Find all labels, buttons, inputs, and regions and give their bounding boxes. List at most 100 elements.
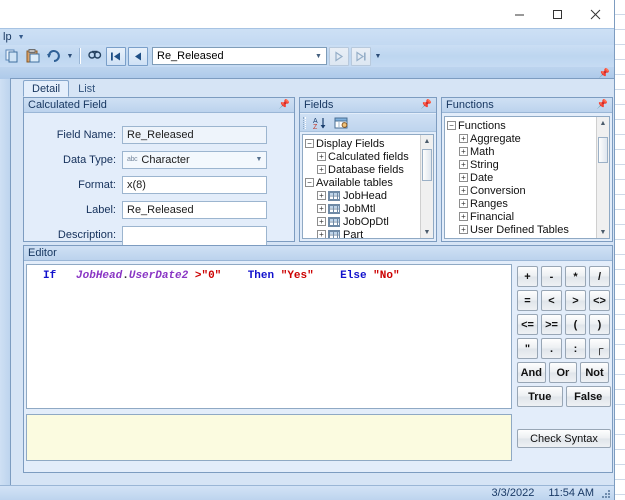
collapse-icon[interactable]: − <box>305 178 314 187</box>
close-icon[interactable] <box>576 1 614 28</box>
scroll-up-icon[interactable]: ▲ <box>421 135 433 147</box>
minimize-icon[interactable] <box>500 1 538 28</box>
tree-node[interactable]: + Date <box>447 171 594 184</box>
pin-icon[interactable]: 📌 <box>597 99 608 110</box>
find-icon[interactable] <box>85 46 105 66</box>
operator-button[interactable]: ) <box>589 314 610 335</box>
tree-node[interactable]: −Operators <box>447 236 594 239</box>
fields-tree-scrollbar[interactable]: ▲ ▼ <box>420 135 433 238</box>
previous-record-icon[interactable] <box>128 46 148 66</box>
sort-az-icon[interactable]: A Z <box>310 113 330 133</box>
operator-button[interactable]: ┌ <box>589 338 610 359</box>
tree-node[interactable]: + JobHead <box>305 189 418 202</box>
expand-icon[interactable]: + <box>459 134 468 143</box>
operator-button[interactable]: / <box>589 266 610 287</box>
check-syntax-button[interactable]: Check Syntax <box>517 429 611 448</box>
data-type-select[interactable]: abc Character ▼ <box>122 151 267 169</box>
expand-icon[interactable]: + <box>317 230 326 238</box>
chevron-down-icon[interactable]: ▼ <box>18 30 25 45</box>
copy-icon[interactable] <box>2 46 22 66</box>
pin-icon[interactable]: 📌 <box>279 99 290 110</box>
tree-node[interactable]: + Calculated fields <box>305 150 418 163</box>
operator-button[interactable]: >= <box>541 314 562 335</box>
menu-item-help[interactable]: lp <box>0 30 15 45</box>
scroll-down-icon[interactable]: ▼ <box>421 226 433 238</box>
expand-icon[interactable]: + <box>459 212 468 221</box>
tab-detail[interactable]: Detail <box>23 80 70 97</box>
operator-button[interactable]: - <box>541 266 562 287</box>
operator-button[interactable]: ( <box>565 314 586 335</box>
undo-icon[interactable] <box>44 46 64 66</box>
expand-icon[interactable]: + <box>459 147 468 156</box>
tree-node[interactable]: + JobOpDtl <box>305 215 418 228</box>
operator-button[interactable]: : <box>565 338 586 359</box>
operator-button[interactable]: > <box>565 290 586 311</box>
expand-icon[interactable]: + <box>317 204 326 213</box>
logic-button[interactable]: Not <box>580 362 609 383</box>
expand-icon[interactable]: + <box>459 160 468 169</box>
collapse-icon[interactable]: − <box>447 238 456 239</box>
operator-button[interactable]: <> <box>589 290 610 311</box>
fields-tree[interactable]: − Display Fields + Calculated fields + Databa… <box>302 134 434 239</box>
expand-icon[interactable]: + <box>459 173 468 182</box>
toolbar-grip[interactable] <box>303 116 306 129</box>
record-selector-value[interactable]: Re_Released <box>153 50 311 62</box>
operator-button[interactable]: " <box>517 338 538 359</box>
table-properties-icon[interactable] <box>331 113 351 133</box>
functions-tree[interactable]: − Functions + Aggregate + Math + String + Date + Co… <box>444 116 610 239</box>
last-record-icon[interactable] <box>351 46 371 66</box>
operator-button[interactable]: <= <box>517 314 538 335</box>
label-input[interactable]: Re_Released <box>122 201 267 219</box>
tree-node[interactable]: + Ranges <box>447 197 594 210</box>
operator-button[interactable]: = <box>517 290 538 311</box>
expand-icon[interactable]: + <box>317 217 326 226</box>
tree-node[interactable]: + User Defined Tables <box>447 223 594 236</box>
pin-icon[interactable]: 📌 <box>599 68 610 79</box>
expand-icon[interactable]: + <box>317 165 326 174</box>
expand-icon[interactable]: + <box>459 186 468 195</box>
tree-node[interactable]: + Aggregate <box>447 132 594 145</box>
maximize-icon[interactable] <box>538 1 576 28</box>
first-record-icon[interactable] <box>106 46 126 66</box>
chevron-down-icon[interactable]: ▼ <box>252 152 266 168</box>
tab-list[interactable]: List <box>69 80 104 97</box>
tree-node[interactable]: − Functions <box>447 119 594 132</box>
expand-icon[interactable]: + <box>459 199 468 208</box>
resize-grip-icon[interactable] <box>602 488 612 498</box>
field-name-input[interactable]: Re_Released <box>122 126 267 144</box>
boolean-button[interactable]: True <box>517 386 563 407</box>
code-editor[interactable]: If JobHead.UserDate2 >"0" Then "Yes" Els… <box>26 264 512 409</box>
tree-node[interactable]: + Financial <box>447 210 594 223</box>
tree-node[interactable]: + Conversion <box>447 184 594 197</box>
logic-button[interactable]: And <box>517 362 546 383</box>
expand-icon[interactable]: + <box>317 191 326 200</box>
operator-button[interactable]: . <box>541 338 562 359</box>
functions-tree-scrollbar[interactable]: ▲ ▼ <box>596 117 609 238</box>
tree-node[interactable]: − Available tables <box>305 176 418 189</box>
expand-icon[interactable]: + <box>459 225 468 234</box>
paste-icon[interactable] <box>23 46 43 66</box>
scroll-down-icon[interactable]: ▼ <box>597 226 609 238</box>
operator-button[interactable]: + <box>517 266 538 287</box>
scrollbar-thumb[interactable] <box>598 137 608 163</box>
tree-node[interactable]: + Part <box>305 228 418 238</box>
format-input[interactable]: x(8) <box>122 176 267 194</box>
code-line[interactable]: If JobHead.UserDate2 >"0" Then "Yes" Els… <box>27 269 511 283</box>
collapse-icon[interactable]: − <box>305 139 314 148</box>
pin-icon[interactable]: 📌 <box>421 99 432 110</box>
next-record-icon[interactable] <box>329 46 349 66</box>
tree-node[interactable]: + Database fields <box>305 163 418 176</box>
toolbar-overflow-caret-icon[interactable]: ▼ <box>373 53 383 60</box>
tree-node[interactable]: + Math <box>447 145 594 158</box>
boolean-button[interactable]: False <box>565 386 611 407</box>
expand-icon[interactable]: + <box>317 152 326 161</box>
operator-button[interactable]: < <box>541 290 562 311</box>
operator-button[interactable]: * <box>565 266 586 287</box>
scroll-up-icon[interactable]: ▲ <box>597 117 609 129</box>
tree-node[interactable]: + String <box>447 158 594 171</box>
tree-node[interactable]: − Display Fields <box>305 137 418 150</box>
record-selector-combo[interactable]: Re_Released ▼ <box>152 47 327 65</box>
tree-node[interactable]: + JobMtl <box>305 202 418 215</box>
undo-dropdown-caret-icon[interactable]: ▼ <box>65 53 75 60</box>
collapse-icon[interactable]: − <box>447 121 456 130</box>
